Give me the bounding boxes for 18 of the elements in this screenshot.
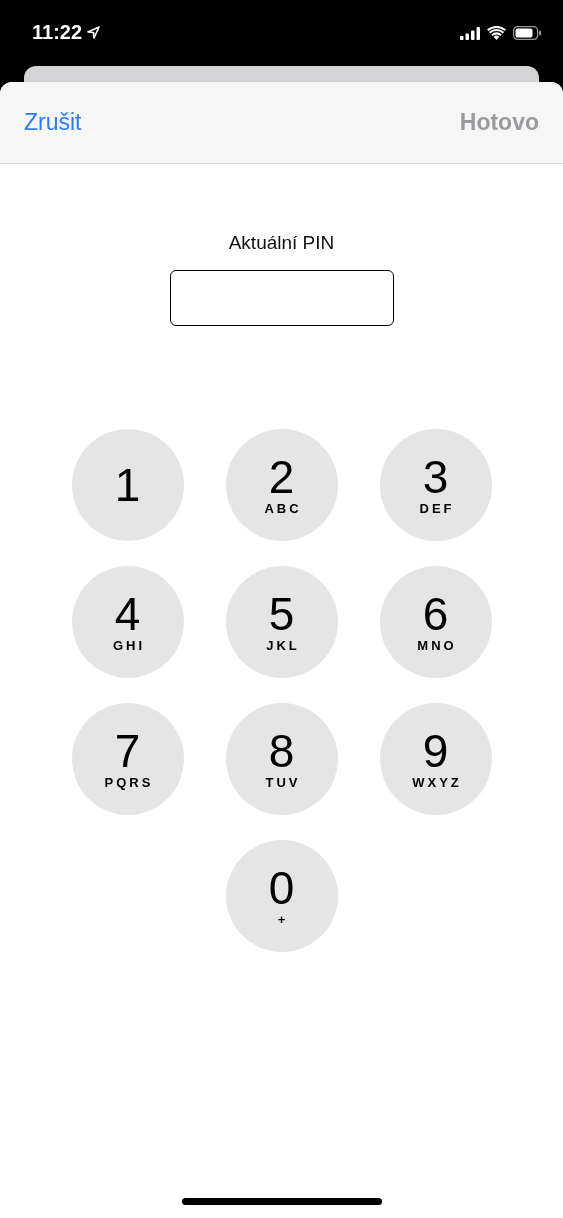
cancel-button[interactable]: Zrušit [24,109,82,136]
keypad-key[interactable]: 5 JKL [225,566,338,678]
pin-label: Aktuální PIN [228,232,335,254]
pin-field[interactable] [169,270,394,326]
keypad-key[interactable]: 3 DEF [379,429,492,541]
keypad-key[interactable]: 8 TUV [225,703,338,815]
battery-icon [513,26,541,40]
keypad-key[interactable]: 9 WXYZ [379,703,492,815]
signal-icon [460,26,480,40]
location-arrow-icon [87,25,101,39]
keypad-key[interactable]: 1 [71,429,184,541]
keypad-key[interactable]: 2 ABC [225,429,338,541]
status-time: 11:22 [32,20,83,44]
keypad-key[interactable]: 6 MNO [379,566,492,678]
keypad-key[interactable]: 0 + [225,840,338,952]
wifi-icon [487,26,506,40]
keypad-key[interactable]: 4 GHI [71,566,184,678]
keypad-key[interactable]: 7 PQRS [71,703,184,815]
